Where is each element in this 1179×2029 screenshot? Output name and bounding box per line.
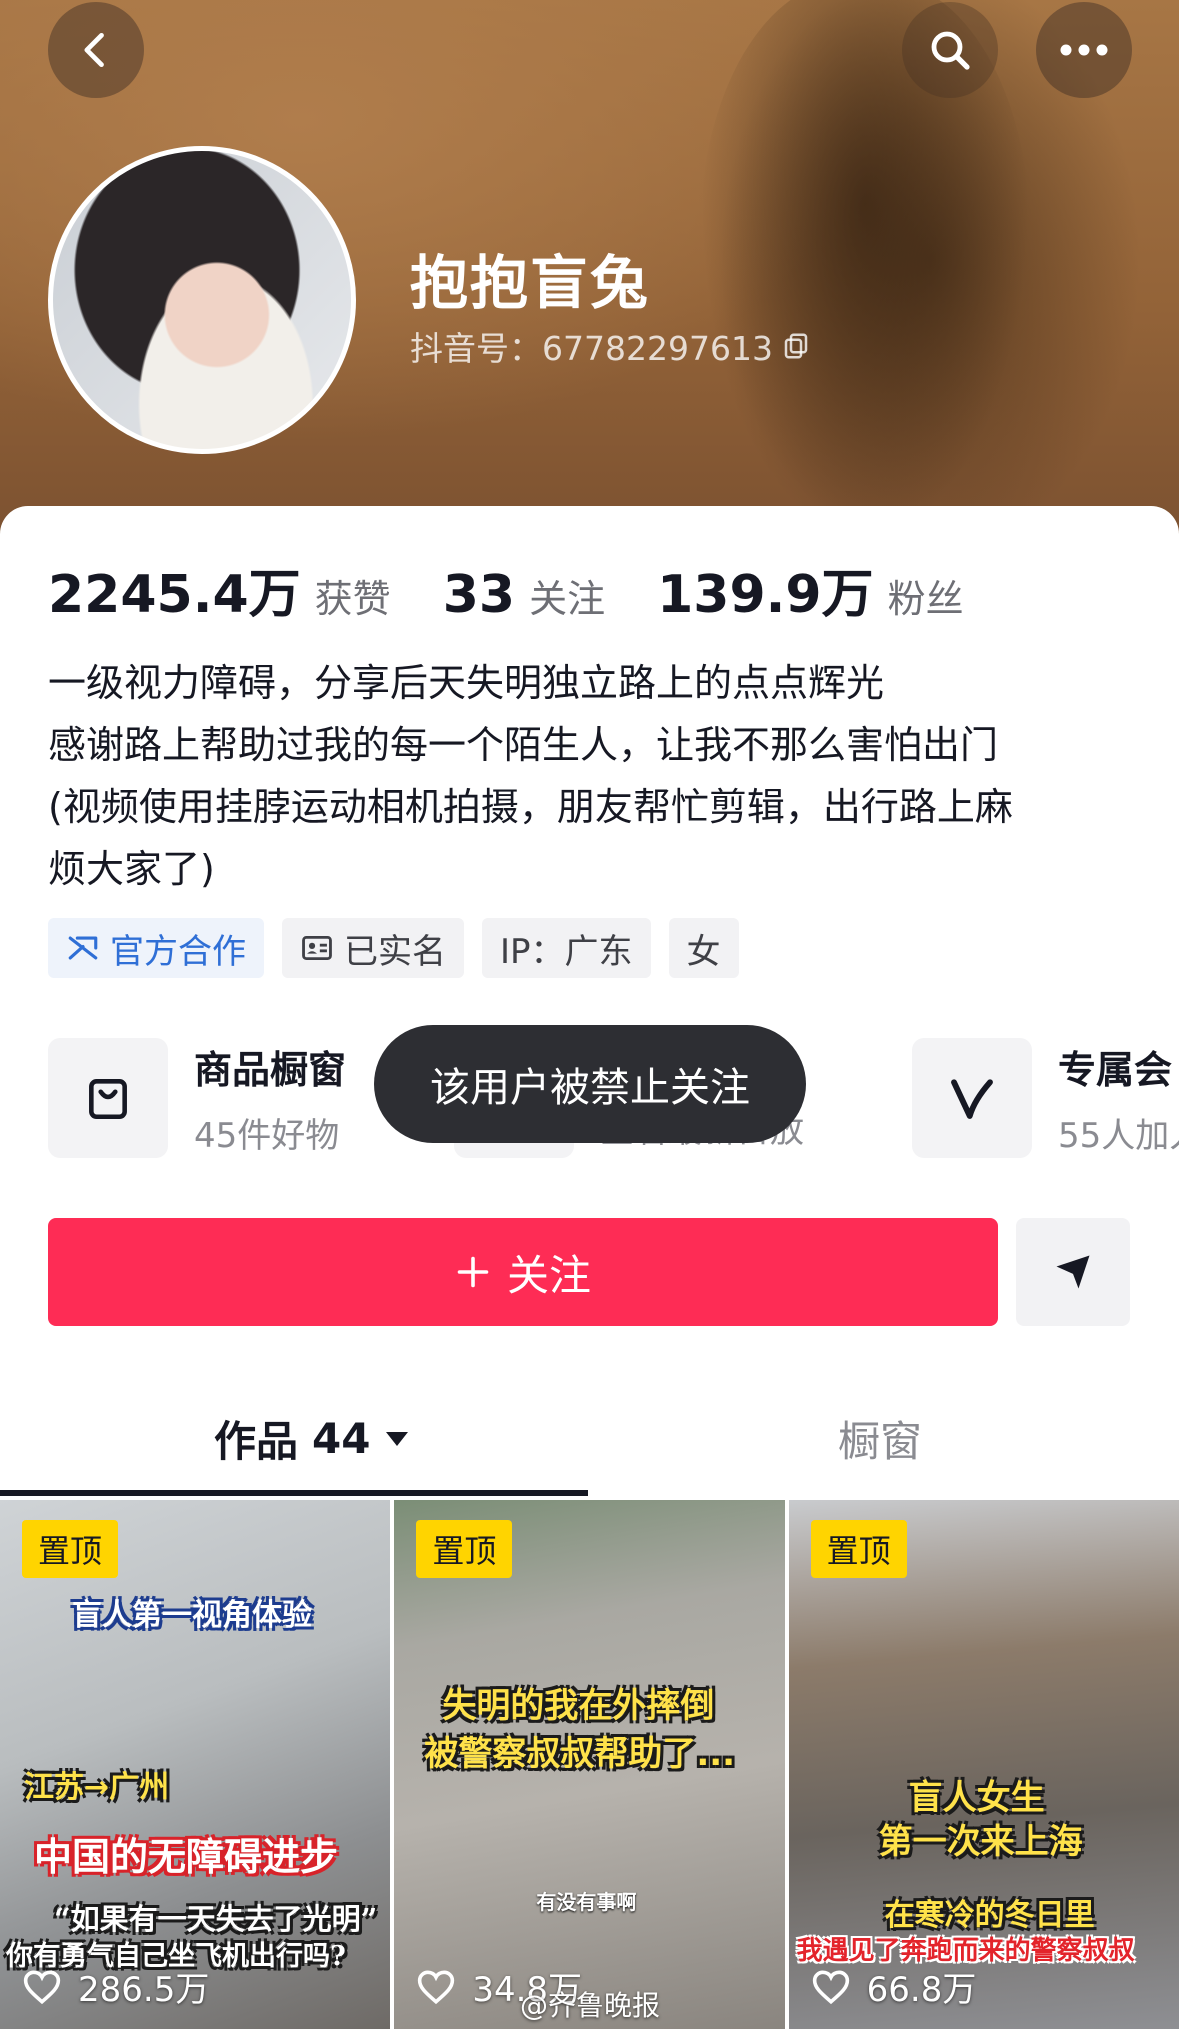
video-caption: 第一次来上海 <box>878 1822 1083 1862</box>
video-likes: 286.5万 <box>22 1962 209 2011</box>
pinned-badge: 置顶 <box>22 1520 118 1578</box>
back-button[interactable] <box>48 2 144 98</box>
search-button[interactable] <box>902 2 998 98</box>
tag-label: IP：广东 <box>500 931 633 972</box>
avatar[interactable] <box>48 146 356 454</box>
profile-tags: 官方合作 已实名 IP：广东 女 <box>48 918 739 978</box>
message-button[interactable] <box>1016 1218 1130 1326</box>
video-caption: 江苏→广州 <box>24 1770 170 1805</box>
stat-likes-value: 2245.4万 <box>48 565 301 625</box>
official-cooperation-icon <box>68 936 98 960</box>
follow-button-label: 关注 <box>506 1250 591 1300</box>
video-caption: 盲人第一视角体验 <box>72 1598 312 1633</box>
tag-label: 官方合作 <box>110 931 246 972</box>
stat-following[interactable]: 33 关注 <box>443 565 605 625</box>
douyin-id-text: 抖音号：67782297613 <box>410 329 773 368</box>
pinned-badge: 置顶 <box>810 1520 907 1578</box>
service-membership[interactable]: 专属会 55人加入 <box>912 1038 1179 1158</box>
pinned-badge: 置顶 <box>416 1520 513 1578</box>
video-card[interactable]: 置顶 失明的我在外摔倒 被警察叔叔帮助了... 有没有事啊 34.8万 <box>394 1500 785 2029</box>
douyin-id[interactable]: 抖音号：67782297613 <box>410 322 811 370</box>
tag-ip-location: IP：广东 <box>482 918 651 978</box>
video-card[interactable]: 置顶 盲人第一视角体验 江苏→广州 中国的无障碍进步 “如果有一天失去了光明” … <box>0 1500 391 2029</box>
id-card-icon <box>302 935 332 961</box>
video-likes-count: 66.8万 <box>866 1970 977 2010</box>
chevron-left-icon <box>84 32 104 68</box>
vip-v-icon <box>951 1079 993 1119</box>
service-shop-window[interactable]: 商品橱窗 45件好物 <box>48 1038 346 1158</box>
nickname: 抱抱盲兔 <box>410 249 651 317</box>
tag-gender: 女 <box>668 918 739 978</box>
service-subtitle: 55人加入 <box>1058 1116 1179 1156</box>
more-dots-icon <box>1060 44 1108 56</box>
video-caption: 盲人女生 <box>908 1778 1045 1818</box>
toast-message: 该用户被禁止关注 <box>374 1025 806 1143</box>
video-likes: 66.8万 <box>811 1962 977 2011</box>
tag-verified-name[interactable]: 已实名 <box>282 918 464 978</box>
video-caption: “如果有一天失去了光明” <box>54 1902 378 1936</box>
bio-line: 一级视力障碍，分享后天失明独立路上的点点辉光 <box>48 661 885 705</box>
stat-followers[interactable]: 139.9万 粉丝 <box>657 552 964 627</box>
stat-followers-label: 粉丝 <box>887 577 964 621</box>
membership-icon-box <box>912 1038 1032 1158</box>
bio-line: 感谢路上帮助过我的每一个陌生人，让我不那么害怕出门 <box>48 723 999 767</box>
stats-row: 2245.4万 获赞 33 关注 139.9万 粉丝 <box>48 552 1016 627</box>
service-title: 专属会 <box>1058 1048 1173 1092</box>
stat-following-label: 关注 <box>529 577 606 621</box>
tag-label: 已实名 <box>344 931 446 972</box>
tab-works-label: 作品 <box>214 1417 299 1466</box>
shopping-bag-icon <box>89 1079 127 1120</box>
stat-likes[interactable]: 2245.4万 获赞 <box>48 552 391 627</box>
tag-label: 女 <box>686 931 721 972</box>
search-icon <box>931 31 970 70</box>
more-button[interactable] <box>1036 2 1132 98</box>
stat-followers-value: 139.9万 <box>657 565 874 625</box>
heart-icon <box>23 1969 61 2004</box>
copy-icon[interactable] <box>781 331 811 361</box>
bio-line: 烦大家了) <box>48 847 215 891</box>
service-subtitle: 45件好物 <box>194 1116 340 1156</box>
video-grid: 置顶 盲人第一视角体验 江苏→广州 中国的无障碍进步 “如果有一天失去了光明” … <box>0 1500 1179 2029</box>
stat-following-value: 33 <box>442 565 516 625</box>
tab-works[interactable]: 作品 44 <box>214 1408 410 1469</box>
send-arrow-icon <box>1056 1255 1090 1289</box>
video-caption: 失明的我在外摔倒 <box>442 1686 715 1726</box>
shop-icon-box <box>48 1038 168 1158</box>
plus-icon <box>457 1256 489 1288</box>
heart-icon <box>418 1969 455 2004</box>
service-title: 商品橱窗 <box>194 1048 347 1092</box>
video-card[interactable]: 置顶 盲人女生 第一次来上海 在寒冷的冬日里 我遇见了奔跑而来的警察叔叔 66.… <box>788 1500 1179 2029</box>
stat-likes-label: 获赞 <box>314 577 391 621</box>
tab-showcase[interactable]: 橱窗 <box>838 1408 922 1469</box>
video-caption: 被警察叔叔帮助了... <box>424 1734 736 1774</box>
follow-button[interactable]: 关注 <box>48 1218 998 1326</box>
bio-line: (视频使用挂脖运动相机拍摄，朋友帮忙剪辑，出行路上麻 <box>48 785 1013 829</box>
caret-down-icon[interactable] <box>384 1429 410 1449</box>
tab-showcase-label: 橱窗 <box>838 1417 923 1466</box>
tag-official-cooperation[interactable]: 官方合作 <box>48 918 264 978</box>
bio: 一级视力障碍，分享后天失明独立路上的点点辉光 感谢路上帮助过我的每一个陌生人，让… <box>48 652 1158 900</box>
watermark: @齐鲁晚报 <box>520 1989 661 2022</box>
video-caption: 有没有事啊 <box>536 1890 637 1914</box>
tab-works-count: 44 <box>312 1414 371 1463</box>
heart-icon <box>812 1969 849 2004</box>
tab-active-indicator <box>0 1490 588 1496</box>
video-likes-count: 286.5万 <box>78 1970 210 2010</box>
video-caption: 中国的无障碍进步 <box>34 1835 339 1879</box>
video-caption: 在寒冷的冬日里 <box>884 1898 1095 1933</box>
